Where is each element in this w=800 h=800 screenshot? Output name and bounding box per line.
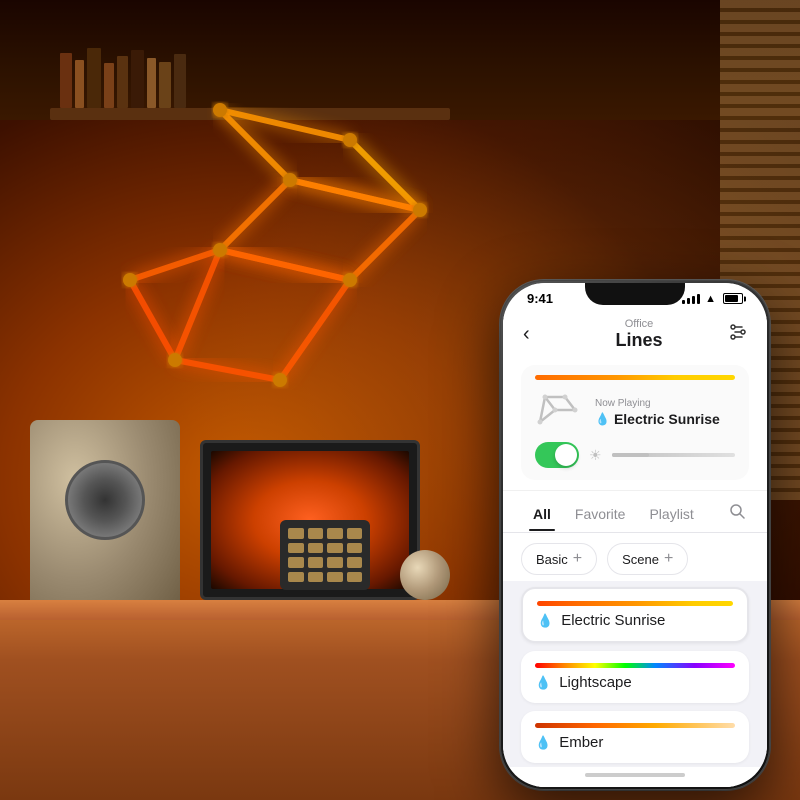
speaker-cone [65,460,145,540]
scene-gradient-ember [535,723,735,728]
scene-card-lightscape[interactable]: 💧 Lightscape [521,651,749,703]
wifi-icon: ▲ [705,293,716,305]
scene-card-inner-1: 💧 Electric Sunrise [537,601,733,629]
now-playing-section: Now Playing 💧 Electric Sunrise [503,355,767,491]
scene-card-inner-2: 💧 Lightscape [535,663,735,691]
battery-fill [725,295,738,302]
home-indicator [503,767,767,787]
search-icon[interactable] [725,495,749,532]
nav-bar: ‹ Office Lines [503,310,767,355]
signal-bar-4 [697,294,700,304]
scene-gradient-electric-sunrise [537,601,733,606]
signal-bar-2 [687,298,690,304]
droplet-icon-3: 💧 [535,735,551,751]
speaker [30,420,180,620]
app-content: ‹ Office Lines [503,310,767,787]
brightness-icon: ☀ [589,447,602,464]
back-button[interactable]: ‹ [523,323,551,346]
toggle-knob [555,444,577,466]
scene-card-ember[interactable]: 💧 Ember [521,711,749,763]
filter-row: Basic + Scene + [503,533,767,581]
scene-name-1: Electric Sunrise [561,612,665,629]
droplet-icon-2: 💧 [535,675,551,691]
now-playing-card[interactable]: Now Playing 💧 Electric Sunrise [521,365,749,480]
basic-filter-button[interactable]: Basic + [521,543,597,575]
notch [585,283,685,305]
brightness-track [612,453,649,457]
scene-gradient-lightscape [535,663,735,668]
scene-name-row-3: 💧 Ember [535,734,735,751]
scene-card-inner-3: 💧 Ember [535,723,735,751]
status-time: 9:41 [527,291,553,306]
signal-bar-1 [682,300,685,304]
scene-name-row-1: 💧 Electric Sunrise [537,612,733,629]
stream-deck [280,520,370,590]
signal-bar-3 [692,296,695,304]
droplet-icon-1: 💧 [537,613,553,629]
droplet-icon: 💧 [595,412,610,426]
phone-inner: 9:41 ▲ ‹ [503,283,767,787]
scene-list: 💧 Electric Sunrise 💧 Lightscape [503,581,767,767]
battery-icon [723,293,743,304]
phone-outer: 9:41 ▲ ‹ [500,280,770,790]
signal-bars [682,294,700,304]
tab-playlist[interactable]: Playlist [637,498,705,530]
now-playing-row: Now Playing 💧 Electric Sunrise [535,392,735,432]
scene-filter-button[interactable]: Scene + [607,543,688,575]
scene-name-row-2: 💧 Lightscape [535,674,735,691]
now-playing-info: Now Playing 💧 Electric Sunrise [595,398,735,427]
brightness-slider[interactable] [612,453,735,457]
settings-button[interactable] [727,322,747,347]
tab-favorite[interactable]: Favorite [563,498,638,530]
orb-device [400,550,450,600]
scene-card-electric-sunrise[interactable]: 💧 Electric Sunrise [521,587,749,643]
power-toggle[interactable] [535,442,579,468]
now-playing-scene-name: 💧 Electric Sunrise [595,411,735,427]
phone: 9:41 ▲ ‹ [500,280,770,790]
nav-title: Lines [615,330,662,351]
now-playing-label: Now Playing [595,398,735,409]
status-icons: ▲ [682,293,743,305]
nav-title-group: Office Lines [615,318,662,351]
scene-name-2: Lightscape [559,674,632,691]
now-playing-color-strip [535,375,735,380]
nav-subtitle: Office [615,318,662,330]
tabs-bar: All Favorite Playlist [503,491,767,533]
toggle-row: ☀ [535,440,735,470]
tab-all[interactable]: All [521,498,563,530]
device-icon-area [535,392,585,432]
scene-name-3: Ember [559,734,603,751]
home-bar[interactable] [585,773,685,777]
